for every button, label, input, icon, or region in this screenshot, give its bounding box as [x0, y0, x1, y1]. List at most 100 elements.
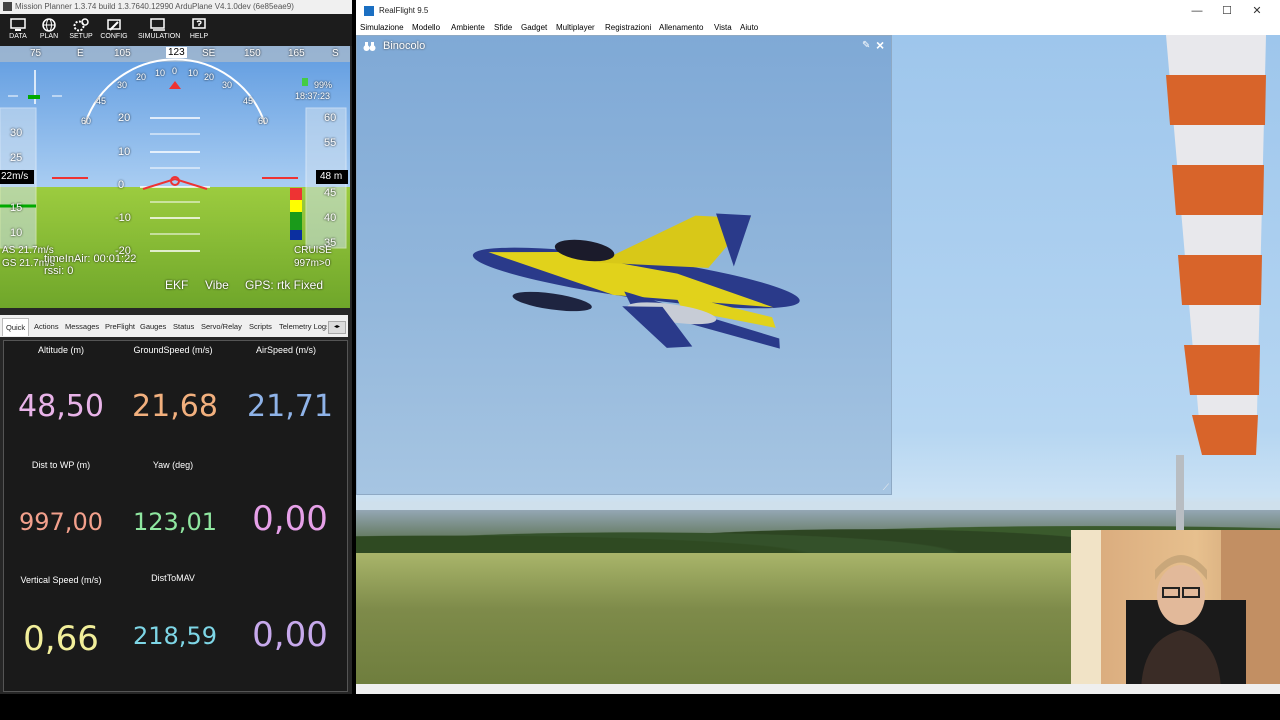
mission-planner-app-icon [3, 2, 12, 11]
menu-allenamento[interactable]: Allenamento [659, 22, 703, 34]
simulator-3d-view[interactable]: Binocolo ✎ × ⟋ [356, 35, 1280, 694]
pitch-label-10: 10 [118, 146, 131, 158]
realflight-window: RealFlight 9.5 — ☐ ✕ Simulazione Modello… [356, 0, 1280, 694]
heading-150: 150 [244, 48, 261, 59]
quick-value-empty-2[interactable]: 0,00 [233, 615, 347, 655]
speed-scale-25: 25 [10, 152, 23, 164]
mp-tab-strip: Quick Actions Messages PreFlight Gauges … [0, 315, 348, 337]
heading-s: S [332, 48, 339, 59]
tab-gauges[interactable]: Gauges [140, 318, 166, 335]
pitch-label-0: 0 [118, 179, 125, 191]
windsock [1166, 35, 1266, 455]
quick-value-dist-to-mav[interactable]: 218,59 [118, 622, 232, 650]
wp-distance: 997m>0 [294, 258, 331, 269]
quick-value-altitude[interactable]: 48,50 [4, 389, 118, 424]
wrench-icon [107, 19, 121, 31]
mp-window-title: Mission Planner 1.3.74 build 1.3.7640.12… [15, 2, 294, 11]
quick-label-airspeed: AirSpeed (m/s) [255, 345, 317, 355]
help-icon [192, 18, 206, 29]
tab-scripts[interactable]: Scripts [249, 318, 272, 335]
tab-servo-relay[interactable]: Servo/Relay [201, 318, 242, 335]
quick-label-dist-to-wp: Dist to WP (m) [31, 460, 91, 470]
speed-scale-15: 15 [10, 202, 23, 214]
quick-label-vertical-speed: Vertical Speed (m/s) [20, 575, 102, 585]
rf-title-bar: RealFlight 9.5 — ☐ ✕ [356, 0, 1280, 22]
heading-165: 165 [288, 48, 305, 59]
roll-label-20-left: 20 [136, 72, 147, 82]
mission-planner-window: Mission Planner 1.3.74 build 1.3.7640.12… [0, 0, 352, 694]
tab-scroll-arrows[interactable]: ◂▸ [328, 321, 346, 334]
toolbar-simulation-button[interactable]: SIMULATION [138, 16, 180, 46]
flight-mode: CRUISE [294, 245, 332, 256]
monitor-icon [10, 18, 26, 31]
ekf-status[interactable]: EKF [165, 278, 188, 292]
tab-messages[interactable]: Messages [65, 318, 99, 335]
toolbar-help-button[interactable]: HELP [181, 16, 217, 46]
globe-icon [42, 18, 56, 32]
altitude-readout: 48 m [320, 171, 343, 182]
quick-panel: Altitude (m) GroundSpeed (m/s) AirSpeed … [3, 340, 348, 692]
webcam-overlay [1071, 530, 1280, 694]
roll-label-30-left: 30 [117, 80, 128, 90]
alt-scale-55: 55 [324, 137, 337, 149]
heading-current: 123 [166, 47, 187, 58]
roll-label-0: 0 [172, 66, 178, 76]
vibe-status[interactable]: Vibe [205, 278, 229, 292]
menu-registrazioni[interactable]: Registrazioni [605, 22, 651, 34]
quick-label-altitude: Altitude (m) [37, 345, 84, 355]
menu-sfide[interactable]: Sfide [494, 22, 512, 34]
tab-preflight[interactable]: PreFlight [105, 318, 135, 335]
gears-icon [73, 18, 89, 32]
alt-scale-45: 45 [324, 187, 337, 199]
binoculars-panel[interactable]: Binocolo ✎ × ⟋ [356, 35, 892, 495]
minimize-icon[interactable]: — [1182, 0, 1212, 22]
quick-value-dist-to-wp[interactable]: 997,00 [4, 508, 118, 536]
tab-actions[interactable]: Actions [34, 318, 59, 335]
toolbar-plan-button[interactable]: PLAN [31, 16, 67, 46]
quick-label-dist-to-mav: DistToMAV [151, 573, 195, 583]
alt-scale-40: 40 [324, 212, 337, 224]
toolbar-setup-button[interactable]: SETUP [63, 16, 99, 46]
close-icon[interactable]: ✕ [1242, 0, 1272, 22]
quick-label-groundspeed: GroundSpeed (m/s) [133, 345, 213, 355]
quick-value-vertical-speed[interactable]: 0,66 [4, 619, 118, 659]
menu-vista[interactable]: Vista [714, 22, 732, 34]
rf-menu-bar: Simulazione Modello Ambiente Sfide Gadge… [356, 22, 1280, 35]
rf-window-title: RealFlight 9.5 [379, 6, 429, 15]
menu-ambiente[interactable]: Ambiente [451, 22, 485, 34]
realflight-app-icon [364, 6, 374, 16]
menu-gadget[interactable]: Gadget [521, 22, 547, 34]
menu-modello[interactable]: Modello [412, 22, 440, 34]
roll-label-10-right: 10 [188, 68, 199, 78]
roll-label-30-right: 30 [222, 80, 233, 90]
computer-icon [150, 18, 165, 31]
jet-aircraft [472, 213, 800, 349]
quick-value-yaw[interactable]: 123,01 [118, 508, 232, 536]
tab-status[interactable]: Status [173, 318, 194, 335]
hud-display: 75 E 105 123 SE 150 165 S 99% 18:37:23 6… [0, 46, 350, 308]
heading-75: 75 [30, 48, 42, 59]
pitch-label-20: 20 [118, 112, 131, 124]
video-bottom-bar [0, 694, 1280, 720]
menu-multiplayer[interactable]: Multiplayer [556, 22, 595, 34]
menu-simulazione[interactable]: Simulazione [360, 22, 404, 34]
quick-value-airspeed[interactable]: 21,71 [233, 389, 347, 424]
roll-label-45-right: 45 [243, 96, 254, 106]
toolbar-config-button[interactable]: CONFIG [96, 16, 132, 46]
quick-label-yaw: Yaw (deg) [152, 460, 194, 470]
roll-label-10-left: 10 [155, 68, 166, 78]
tab-quick[interactable]: Quick [2, 318, 30, 336]
menu-aiuto[interactable]: Aiuto [740, 22, 758, 34]
roll-label-60-left: 60 [81, 116, 92, 126]
mp-title-bar: Mission Planner 1.3.74 build 1.3.7640.12… [0, 0, 352, 14]
speed-scale-10: 10 [10, 227, 23, 239]
quick-value-groundspeed[interactable]: 21,68 [118, 389, 232, 424]
resize-grip-icon[interactable]: ⟋ [883, 482, 889, 493]
pitch-label-minus10: -10 [115, 212, 131, 224]
presenter-video [1071, 530, 1280, 694]
quick-value-empty-1[interactable]: 0,00 [233, 499, 347, 539]
alt-scale-60: 60 [324, 112, 337, 124]
tab-telemetry-logs[interactable]: Telemetry Logs [279, 318, 327, 335]
maximize-icon[interactable]: ☐ [1212, 0, 1242, 22]
heading-e: E [77, 48, 84, 59]
